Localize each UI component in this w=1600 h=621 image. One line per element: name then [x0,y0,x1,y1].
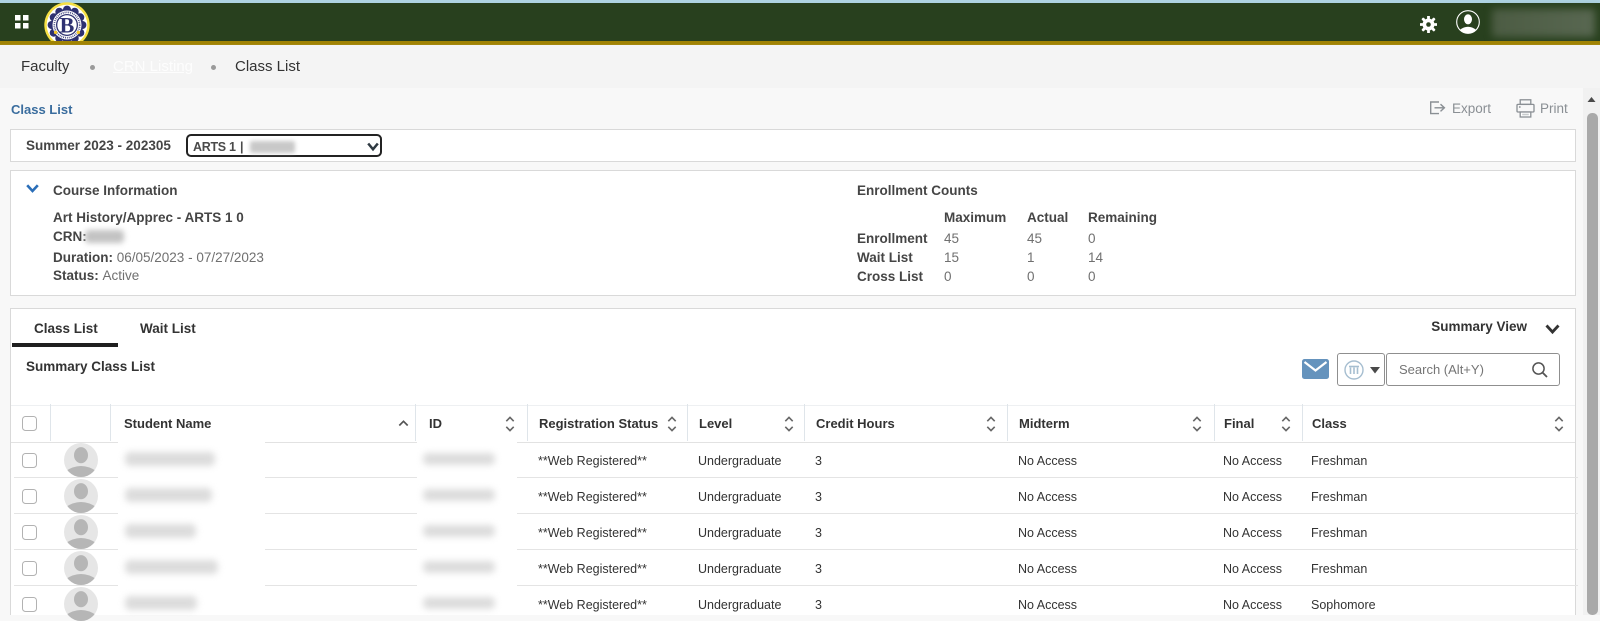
svg-text:B: B [60,12,75,37]
